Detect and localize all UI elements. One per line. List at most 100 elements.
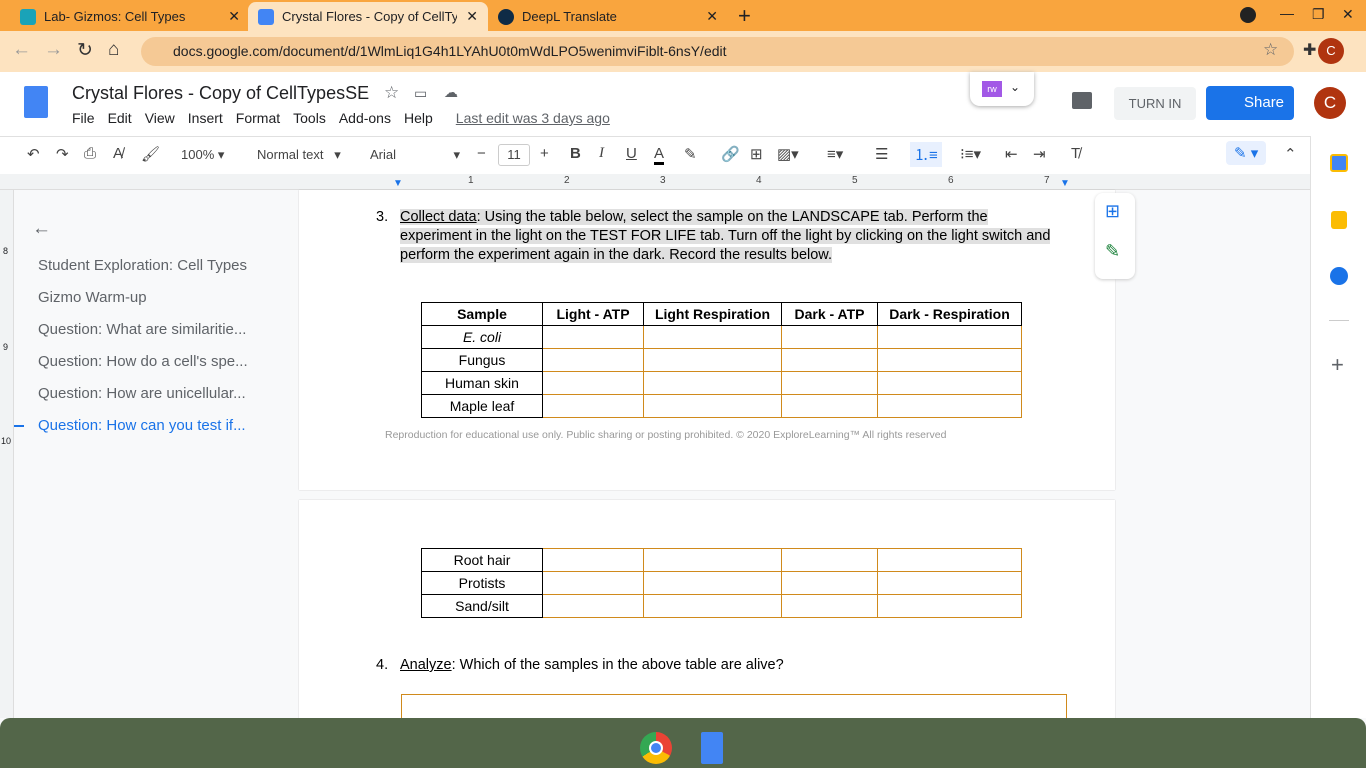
close-tab-icon[interactable]: ✕ [706,8,718,25]
menu-insert[interactable]: Insert [188,110,223,126]
table-cell[interactable] [643,571,782,595]
table-cell[interactable] [542,548,644,572]
table-cell[interactable] [781,571,878,595]
indent-marker[interactable]: ▼ [393,178,403,189]
reload-icon[interactable]: ↻ [77,39,93,62]
outline-item[interactable]: Question: What are similaritie... [38,321,246,338]
paint-format-icon[interactable]: 🖌 [141,145,160,163]
clear-formatting-icon[interactable]: T̸ [1071,145,1080,162]
restore-button[interactable]: ❐ [1312,6,1325,23]
increase-indent-icon[interactable]: ⇥ [1033,145,1046,163]
outline-item[interactable]: Question: How are unicellular... [38,385,246,402]
document-title[interactable]: Crystal Flores - Copy of CellTypesSE [72,83,369,104]
calendar-icon[interactable] [1330,154,1348,172]
align-icon[interactable]: ≡▾ [827,145,843,163]
table-cell[interactable] [781,325,878,349]
table-cell[interactable] [877,371,1022,395]
table-cell[interactable] [542,594,644,618]
menu-tools[interactable]: Tools [293,110,326,126]
print-icon[interactable]: ⎙ [84,145,96,162]
table-cell[interactable] [643,394,782,418]
sample-cell[interactable]: Protists [421,571,543,595]
table-cell[interactable] [643,348,782,372]
document-page[interactable]: Root hair Protists Sand/silt 4. Analyze:… [299,500,1115,734]
redo-icon[interactable]: ↷ [56,145,69,163]
sample-cell[interactable]: Sand/silt [421,594,543,618]
cloud-status-icon[interactable]: ☁ [444,84,458,101]
undo-icon[interactable]: ↶ [27,145,40,163]
table-cell[interactable] [781,371,878,395]
profile-avatar[interactable]: C [1318,38,1344,64]
table-cell[interactable] [877,325,1022,349]
table-cell[interactable] [877,594,1022,618]
account-avatar[interactable]: C [1314,87,1346,119]
bulleted-list-icon[interactable]: ⁝≡▾ [960,145,981,163]
table-cell[interactable] [877,571,1022,595]
editing-mode-button[interactable]: ✎ ▾ [1226,141,1267,165]
turn-in-button[interactable]: TURN IN [1114,87,1196,120]
move-folder-icon[interactable]: ▭ [414,85,427,102]
table-cell[interactable] [542,394,644,418]
spellcheck-icon[interactable]: A̸ [113,145,123,162]
decrease-indent-icon[interactable]: ⇤ [1005,145,1018,163]
table-cell[interactable] [542,571,644,595]
line-spacing-icon[interactable]: ☰ [875,145,888,163]
right-indent-marker[interactable]: ▼ [1060,178,1070,189]
menu-help[interactable]: Help [404,110,433,126]
style-select[interactable]: Normal text ▾ [257,147,341,163]
keep-icon[interactable] [1331,211,1347,229]
tab-deepl[interactable]: DeepL Translate ✕ [488,2,728,31]
docs-logo-icon[interactable] [24,86,48,118]
link-icon[interactable]: 🔗 [721,145,740,163]
add-comment-icon[interactable]: ⊞ [1105,201,1120,222]
decrease-font-size-button[interactable]: − [477,145,486,162]
new-tab-button[interactable]: + [738,3,751,29]
add-addon-icon[interactable]: + [1331,352,1344,378]
bold-button[interactable]: B [570,145,581,162]
tab-docs[interactable]: Crystal Flores - Copy of CellTypes✕ [248,2,488,31]
table-cell[interactable] [542,325,644,349]
font-select[interactable]: Arial ▾ [370,147,460,162]
bookmark-star-icon[interactable]: ☆ [1263,40,1278,60]
table-cell[interactable] [643,325,782,349]
question-3-text[interactable]: Collect data: Using the table below, sel… [400,208,1060,265]
sample-cell[interactable]: Root hair [421,548,543,572]
menu-addons[interactable]: Add-ons [339,110,391,126]
close-tab-icon[interactable]: ✕ [466,8,478,25]
menu-file[interactable]: File [72,110,95,126]
add-comment-icon[interactable]: ⊞ [750,145,763,163]
outline-item-active[interactable]: Question: How can you test if... [38,417,246,434]
table-cell[interactable] [643,594,782,618]
tasks-icon[interactable] [1330,267,1348,285]
share-button[interactable]: Share [1206,86,1294,120]
numbered-list-button[interactable]: ⒈≡ [910,142,942,167]
font-size-input[interactable]: 11 [498,144,530,166]
close-outline-arrow-icon[interactable]: ← [32,218,51,240]
sample-cell[interactable]: Maple leaf [421,394,543,418]
insert-image-icon[interactable]: ▨▾ [777,145,799,163]
close-window-button[interactable]: ✕ [1342,6,1354,23]
comments-icon[interactable] [1072,92,1092,109]
google-docs-icon[interactable] [701,732,723,764]
menu-edit[interactable]: Edit [108,110,132,126]
last-edit-link[interactable]: Last edit was 3 days ago [456,110,610,126]
italic-button[interactable]: I [599,145,604,162]
document-page[interactable]: 3. Collect data: Using the table below, … [299,190,1115,490]
tab-search-icon[interactable] [1240,7,1256,23]
zoom-select[interactable]: 100% ▾ [181,147,224,163]
table-cell[interactable] [877,548,1022,572]
forward-icon[interactable]: → [44,39,63,61]
table-cell[interactable] [542,371,644,395]
sample-cell[interactable]: E. coli [421,325,543,349]
tab-gizmos[interactable]: Lab- Gizmos: Cell Types ✕ [10,2,250,31]
suggest-edits-icon[interactable]: ✎ [1105,241,1120,262]
outline-item[interactable]: Gizmo Warm-up [38,289,147,306]
sample-cell[interactable]: Fungus [421,348,543,372]
home-icon[interactable]: ⌂ [108,39,119,61]
table-cell[interactable] [781,548,878,572]
url-field[interactable]: docs.google.com/document/d/1WlmLiq1G4h1L… [141,37,1294,66]
table-cell[interactable] [781,348,878,372]
table-cell[interactable] [781,394,878,418]
table-cell[interactable] [542,348,644,372]
addon-popup[interactable]: rw ⌄ [970,72,1034,106]
